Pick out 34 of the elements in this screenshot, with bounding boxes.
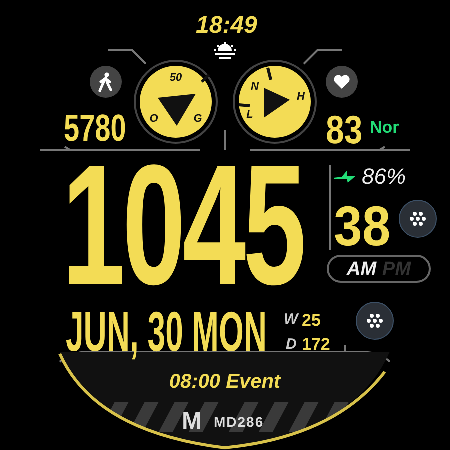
am-pm-label: AM: [346, 260, 377, 278]
brand-name: MD286: [214, 415, 264, 429]
sunset-time: 18:49: [195, 14, 258, 38]
week-number: 25: [302, 312, 321, 329]
gauge-needle: [264, 88, 290, 118]
gauge-label: O: [150, 113, 158, 125]
complication-button[interactable]: [399, 200, 437, 238]
gauge-label: N: [251, 81, 259, 93]
gauge-label: G: [194, 113, 202, 125]
leader-line: [108, 49, 147, 65]
gauge-label: H: [297, 91, 305, 103]
heart-rate-value: 83: [326, 110, 363, 150]
gauge-label: L: [246, 109, 254, 121]
dots-icon: [410, 211, 426, 227]
dots-icon: [367, 313, 383, 329]
tick-mark: [238, 104, 250, 108]
battery-percent: 86%: [362, 166, 406, 188]
day-label: D: [286, 337, 297, 352]
complication-button[interactable]: [356, 302, 394, 340]
tick-mark: [200, 74, 210, 84]
heart-rate-status: Nor: [370, 119, 400, 136]
step-count: 5780: [64, 110, 126, 148]
week-label: W: [284, 312, 298, 327]
leader-line: [303, 49, 342, 65]
brand-logo: M: [182, 410, 202, 434]
gauge-needle: [158, 94, 196, 126]
event-text: 08:00 Event: [168, 372, 282, 392]
main-time: 1045: [62, 161, 304, 294]
gauge-label: 50: [170, 72, 182, 84]
walking-icon: [90, 66, 122, 98]
seconds: 38: [334, 198, 391, 254]
tick-mark: [266, 68, 272, 80]
day-of-year: 172: [302, 336, 330, 353]
sunset-icon: [213, 42, 237, 60]
